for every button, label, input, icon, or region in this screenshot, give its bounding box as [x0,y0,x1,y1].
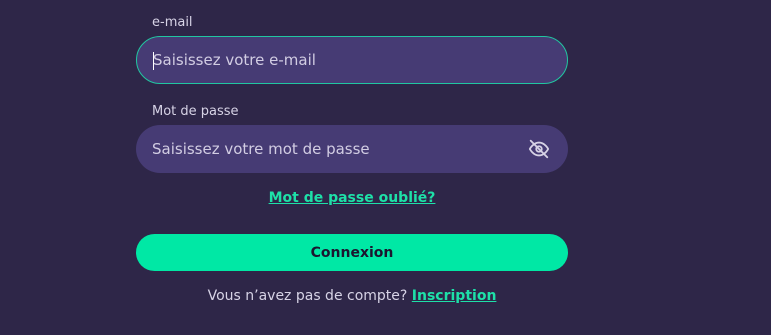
password-field[interactable] [152,125,512,173]
email-field-wrapper[interactable] [136,36,568,84]
signup-link[interactable]: Inscription [412,288,497,304]
email-label: e-mail [152,15,193,30]
password-field-wrapper[interactable] [136,125,568,173]
email-field[interactable] [153,37,513,83]
signup-prompt-line: Vous n’avez pas de compte? Inscription [136,288,568,304]
login-button[interactable]: Connexion [136,234,568,271]
forgot-password-link[interactable]: Mot de passe oublié? [136,190,568,206]
text-caret [153,52,154,70]
signup-prompt-text: Vous n’avez pas de compte? [207,288,408,304]
eye-off-icon[interactable] [528,138,550,160]
password-label: Mot de passe [152,104,239,119]
